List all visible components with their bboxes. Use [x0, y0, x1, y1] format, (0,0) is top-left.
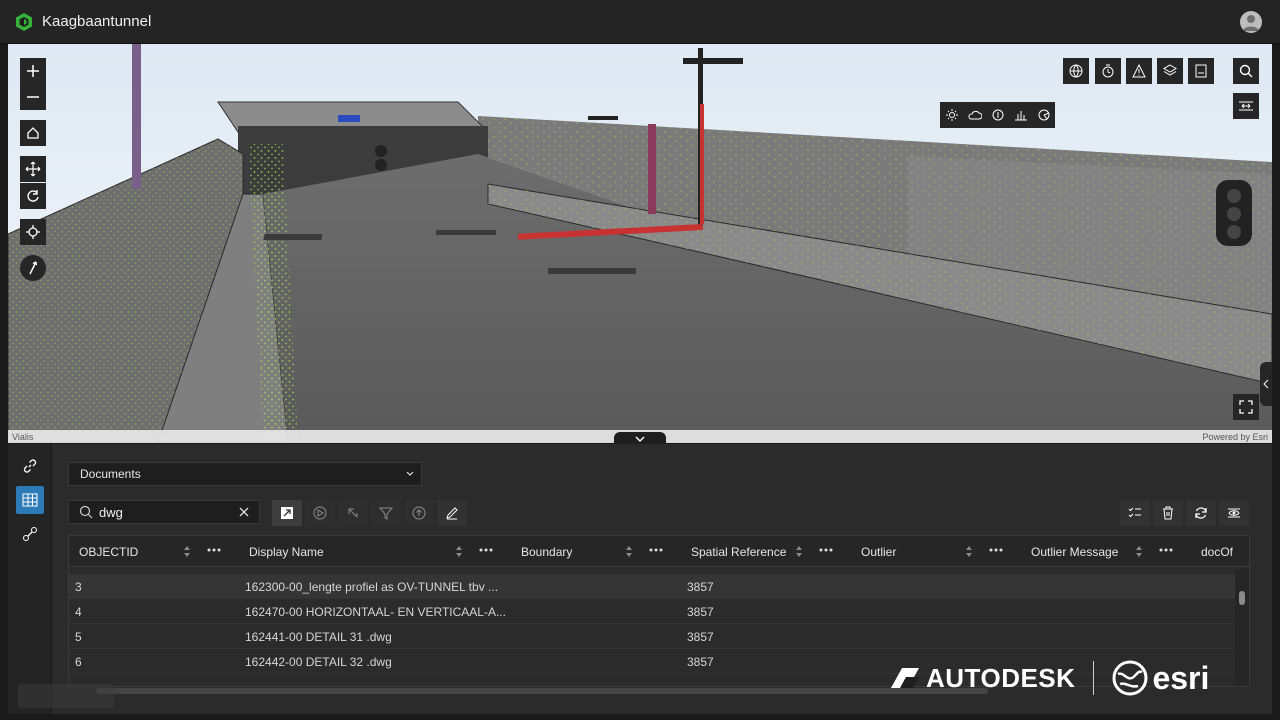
user-avatar-icon[interactable]: [1240, 11, 1262, 33]
sort-icon[interactable]: [1135, 545, 1143, 558]
tunnel-scene-image: [8, 44, 1272, 442]
chevron-down-icon: [406, 471, 414, 476]
column-header-docof[interactable]: docOf: [1201, 536, 1241, 567]
column-menu-icon[interactable]: [819, 548, 833, 552]
column-visibility-icon[interactable]: [1219, 500, 1249, 526]
sort-icon[interactable]: [795, 545, 803, 558]
scene-view[interactable]: [8, 44, 1272, 442]
link-icon[interactable]: [16, 452, 44, 480]
measure-circle-icon[interactable]: [986, 102, 1009, 128]
export-icon[interactable]: [404, 500, 434, 526]
scrollbar-thumb[interactable]: [1239, 591, 1245, 605]
search-icon: [79, 505, 93, 519]
viewshed-icon[interactable]: [1032, 102, 1055, 128]
table-row[interactable]: 3 162300-00_lengte profiel as OV-TUNNEL …: [69, 574, 1237, 599]
column-header-objectid[interactable]: OBJECTID: [79, 536, 138, 567]
esri-wordmark: esri: [1152, 659, 1210, 696]
layers-icon[interactable]: [1157, 58, 1183, 84]
pipe-network-icon[interactable]: [16, 520, 44, 548]
table-row[interactable]: 4 162470-00 HORIZONTAAL- EN VERTICAAL-A.…: [69, 599, 1237, 624]
zoom-out-button[interactable]: [20, 84, 46, 110]
show-selection-icon[interactable]: [272, 500, 302, 526]
bookmark-icon[interactable]: [1188, 58, 1214, 84]
expand-side-panel-button[interactable]: [1260, 362, 1272, 406]
column-menu-icon[interactable]: [207, 548, 221, 552]
column-header-spatial-reference[interactable]: Spatial Reference: [691, 536, 786, 567]
sort-icon[interactable]: [625, 545, 633, 558]
attribution-left: Vialis: [12, 431, 34, 442]
video-controls-overlay: [18, 684, 114, 708]
horizontal-scrollbar[interactable]: [96, 688, 988, 694]
app-header: Kaagbaantunnel: [0, 0, 1280, 44]
layer-dropdown-value: Documents: [80, 467, 141, 481]
chevron-down-icon: [635, 436, 645, 442]
time-slider-icon[interactable]: [1095, 58, 1121, 84]
select-rows-icon[interactable]: [1120, 500, 1150, 526]
sort-icon[interactable]: [965, 545, 973, 558]
elevation-icon[interactable]: [1009, 102, 1032, 128]
pan-button[interactable]: [20, 156, 46, 182]
table-row[interactable]: 5 162441-00 DETAIL 31 .dwg 3857: [69, 624, 1237, 649]
column-menu-icon[interactable]: [989, 548, 1003, 552]
autodesk-logo-icon: [891, 668, 919, 688]
column-menu-icon[interactable]: [479, 548, 493, 552]
table-search-field[interactable]: dwg: [68, 500, 260, 524]
environment-toolbar: [940, 102, 1055, 128]
fullscreen-icon[interactable]: [1233, 394, 1259, 420]
zoom-to-icon[interactable]: [305, 500, 335, 526]
sort-icon[interactable]: [455, 545, 463, 558]
brand-divider: [1093, 661, 1095, 695]
column-menu-icon[interactable]: [649, 548, 663, 552]
column-header-boundary[interactable]: Boundary: [521, 536, 572, 567]
branding-overlay: AUTODESK esri: [890, 656, 1230, 700]
clear-search-icon[interactable]: [237, 505, 251, 519]
rotate-button[interactable]: [20, 183, 46, 209]
vertical-scrollbar[interactable]: [1235, 569, 1249, 686]
panel-side-rail: [8, 444, 52, 714]
table-toolbar: [272, 500, 467, 526]
layer-dropdown[interactable]: Documents: [68, 462, 422, 486]
column-header-outlier[interactable]: Outlier: [861, 536, 896, 567]
search-icon[interactable]: [1233, 58, 1259, 84]
autodesk-wordmark: AUTODESK: [926, 662, 1076, 693]
table-search-input[interactable]: dwg: [99, 505, 123, 520]
delete-icon[interactable]: [1153, 500, 1183, 526]
compass-icon[interactable]: [20, 255, 46, 281]
locate-button[interactable]: [20, 219, 46, 245]
refresh-icon[interactable]: [1186, 500, 1216, 526]
relationship-icon[interactable]: [338, 500, 368, 526]
column-header-display-name[interactable]: Display Name: [249, 536, 324, 567]
sort-icon[interactable]: [183, 545, 191, 558]
filter-icon[interactable]: [371, 500, 401, 526]
column-header-outlier-message[interactable]: Outlier Message: [1031, 536, 1118, 567]
weather-icon[interactable]: [963, 102, 986, 128]
app-title: Kaagbaantunnel: [42, 13, 152, 30]
esri-globe-icon: [1112, 660, 1148, 696]
measure-icon[interactable]: [1233, 93, 1259, 119]
basemap-globe-icon[interactable]: [1063, 58, 1089, 84]
warning-icon[interactable]: [1126, 58, 1152, 84]
daylight-icon[interactable]: [940, 102, 963, 128]
table-options-toolbar: [1120, 500, 1249, 526]
table-header: OBJECTID Display Name Boundary Spatial R…: [69, 536, 1249, 567]
edit-icon[interactable]: [437, 500, 467, 526]
table-icon[interactable]: [16, 486, 44, 514]
zoom-in-button[interactable]: [20, 58, 46, 84]
attribution-right[interactable]: Powered by Esri: [1202, 432, 1268, 442]
home-button[interactable]: [20, 120, 46, 146]
app-logo-icon: [14, 12, 34, 32]
column-menu-icon[interactable]: [1159, 548, 1173, 552]
